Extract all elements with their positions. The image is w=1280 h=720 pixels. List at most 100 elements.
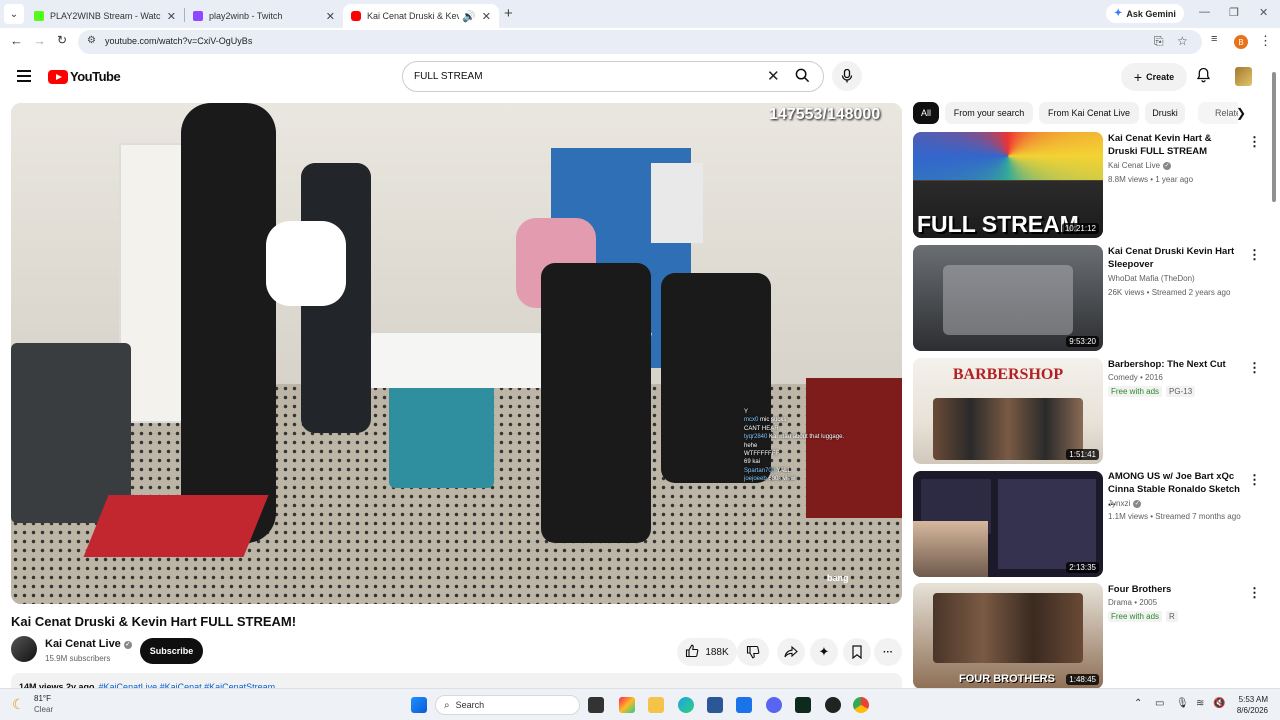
weather-condition[interactable]: Clear [34, 705, 53, 714]
recommendation-channel[interactable]: Jynxzi ✓ [1108, 499, 1142, 508]
start-menu-icon[interactable] [411, 697, 427, 713]
site-info-icon[interactable]: ⚙ [87, 35, 96, 46]
recommendation-title[interactable]: Barbershop: The Next Cut [1108, 358, 1243, 371]
close-tab-icon[interactable]: ✕ [482, 10, 491, 23]
dislike-button[interactable] [737, 638, 769, 666]
edge-browser-icon[interactable] [678, 697, 694, 713]
thumbnail-art [933, 593, 1083, 663]
chip-from-your-search[interactable]: From your search [945, 102, 1033, 124]
forward-arrow-icon[interactable]: → [33, 33, 46, 48]
copilot-icon[interactable] [619, 697, 635, 713]
video-player[interactable]: 147553/148000 Y mcx0 mic sucks CANT HEAR… [11, 103, 902, 604]
minimize-icon[interactable]: — [1199, 6, 1210, 18]
voice-search-button[interactable] [832, 61, 862, 91]
more-actions-button[interactable]: ··· [874, 638, 902, 666]
browser-menu-icon[interactable]: ⋮ [1259, 33, 1272, 49]
chevron-right-icon[interactable]: ❯ [1236, 106, 1246, 120]
thumbnail-webcam [913, 521, 988, 577]
video-frame-porta-sign [651, 163, 703, 243]
mail-icon[interactable] [736, 697, 752, 713]
weather-temperature[interactable]: 81°F [34, 694, 51, 703]
window-close-icon[interactable]: ✕ [1259, 6, 1268, 19]
recommendation-title[interactable]: Kai Cenat Kevin Hart & Druski FULL STREA… [1108, 132, 1243, 158]
tray-overflow-icon[interactable]: ⌃ [1134, 698, 1142, 709]
file-explorer-icon[interactable] [648, 697, 664, 713]
clear-search-icon[interactable]: ✕ [767, 67, 780, 85]
url-text[interactable]: youtube.com/watch?v=CxiV-OgUyBs [105, 36, 252, 46]
more-vertical-icon[interactable]: ⋮ [1248, 585, 1261, 601]
search-icon[interactable] [795, 68, 810, 86]
account-avatar[interactable] [1235, 67, 1252, 86]
system-clock[interactable]: 5:53 AM 8/6/2026 [1210, 694, 1268, 716]
scrollbar-thumb[interactable] [1272, 72, 1276, 202]
ask-gemini-button[interactable]: ✦ Ask Gemini [1106, 4, 1184, 23]
kick-favicon-icon [34, 11, 44, 21]
back-arrow-icon[interactable]: ← [10, 33, 23, 48]
chip-from-kai-cenat-live[interactable]: From Kai Cenat Live [1039, 102, 1139, 124]
save-button[interactable] [843, 638, 871, 666]
obs-icon[interactable] [825, 697, 841, 713]
chip-druski[interactable]: Druski [1145, 102, 1185, 124]
share-button[interactable] [777, 638, 805, 666]
microphone-tray-icon[interactable]: 🎙 [1176, 698, 1189, 709]
recommendation-thumbnail[interactable]: BARBERSHOP 1:51:41 [913, 358, 1103, 464]
install-app-icon[interactable]: ⎘ [1154, 34, 1164, 49]
chat-line: Spartan700 YALL [744, 467, 791, 474]
youtube-logo[interactable]: YouTube [48, 69, 121, 84]
like-button[interactable]: 188K [677, 638, 737, 666]
recommendation-title[interactable]: Four Brothers [1108, 583, 1243, 596]
browser-profile-avatar[interactable]: B [1234, 35, 1248, 49]
chrome-icon[interactable] [853, 697, 869, 713]
restore-icon[interactable]: ❐ [1229, 6, 1239, 19]
browser-tab-active[interactable]: Kai Cenat Druski & Kevin H 🔊 ✕ [343, 4, 499, 28]
close-tab-icon[interactable]: ✕ [326, 10, 335, 23]
new-tab-button[interactable]: + [504, 5, 513, 22]
chip-all[interactable]: All [913, 102, 939, 124]
recommendation-channel[interactable]: Kai Cenat Live ✓ [1108, 161, 1172, 170]
search-input[interactable]: FULL STREAM [414, 71, 483, 82]
close-tab-icon[interactable]: ✕ [167, 10, 176, 23]
more-vertical-icon[interactable]: ⋮ [1248, 472, 1261, 488]
guide-menu-icon[interactable] [17, 70, 31, 85]
browser-tab[interactable]: play2winb - Twitch ✕ [185, 4, 343, 28]
address-bar[interactable]: ⚙ youtube.com/watch?v=CxiV-OgUyBs ⎘ ☆ [78, 30, 1202, 54]
recommendation-thumbnail[interactable]: 9:53:20 [913, 245, 1103, 351]
store-icon[interactable] [707, 697, 723, 713]
recommendation-channel[interactable]: WhoDat Mafia (TheDon) [1108, 274, 1195, 283]
taskbar-search-box[interactable]: ⌕ Search [435, 695, 580, 715]
more-vertical-icon[interactable]: ⋮ [1248, 247, 1261, 263]
ask-ai-button[interactable]: ✦ [810, 638, 838, 666]
recommendation-thumbnail[interactable]: FOUR BROTHERS 1:48:45 [913, 583, 1103, 689]
recommendation-thumbnail[interactable]: FULL STREAM 10:21:12 [913, 132, 1103, 238]
app-icon[interactable] [795, 697, 811, 713]
recommendation-title[interactable]: Kai Cenat Druski Kevin Hart Sleepover [1108, 245, 1243, 271]
recommendation-channel[interactable]: Comedy • 2016 [1108, 373, 1163, 382]
browser-tab[interactable]: PLAY2WINB Stream - Watch Liv ✕ [26, 4, 184, 28]
reload-icon[interactable]: ↻ [57, 33, 67, 47]
discord-icon[interactable] [766, 697, 782, 713]
page-scrollbar[interactable] [1270, 62, 1278, 688]
more-vertical-icon[interactable]: ⋮ [1248, 134, 1261, 150]
media-controls-icon[interactable]: ≡ [1211, 33, 1217, 45]
tab-search-button[interactable]: ⌄ [4, 4, 24, 24]
thumbnail-text: FOUR BROTHERS [959, 673, 1055, 685]
moon-weather-icon[interactable]: ☾ [12, 696, 25, 713]
bookmark-star-icon[interactable]: ☆ [1177, 34, 1188, 48]
thumbnail-art [943, 265, 1073, 335]
speaker-icon[interactable]: 🔊 [462, 10, 476, 23]
channel-name[interactable]: Kai Cenat Live ✓ [45, 638, 132, 650]
chip-related[interactable]: Relate [1198, 102, 1238, 124]
more-vertical-icon[interactable]: ⋮ [1248, 360, 1261, 376]
notifications-bell-icon[interactable] [1196, 67, 1211, 86]
search-box[interactable]: FULL STREAM ✕ [402, 61, 824, 92]
free-with-ads-badge: Free with ads [1108, 611, 1163, 622]
channel-avatar[interactable] [11, 636, 37, 662]
task-view-icon[interactable] [588, 697, 604, 713]
rating-badge: R [1166, 611, 1178, 622]
recommendation-channel[interactable]: Drama • 2005 [1108, 598, 1157, 607]
create-button[interactable]: + Create [1121, 63, 1187, 91]
recommendation-thumbnail[interactable]: 2:13:35 [913, 471, 1103, 577]
wifi-icon[interactable]: ≋ [1196, 698, 1204, 709]
tray-app-icon[interactable]: ▭ [1155, 698, 1164, 709]
subscribe-button[interactable]: Subscribe [140, 638, 203, 664]
